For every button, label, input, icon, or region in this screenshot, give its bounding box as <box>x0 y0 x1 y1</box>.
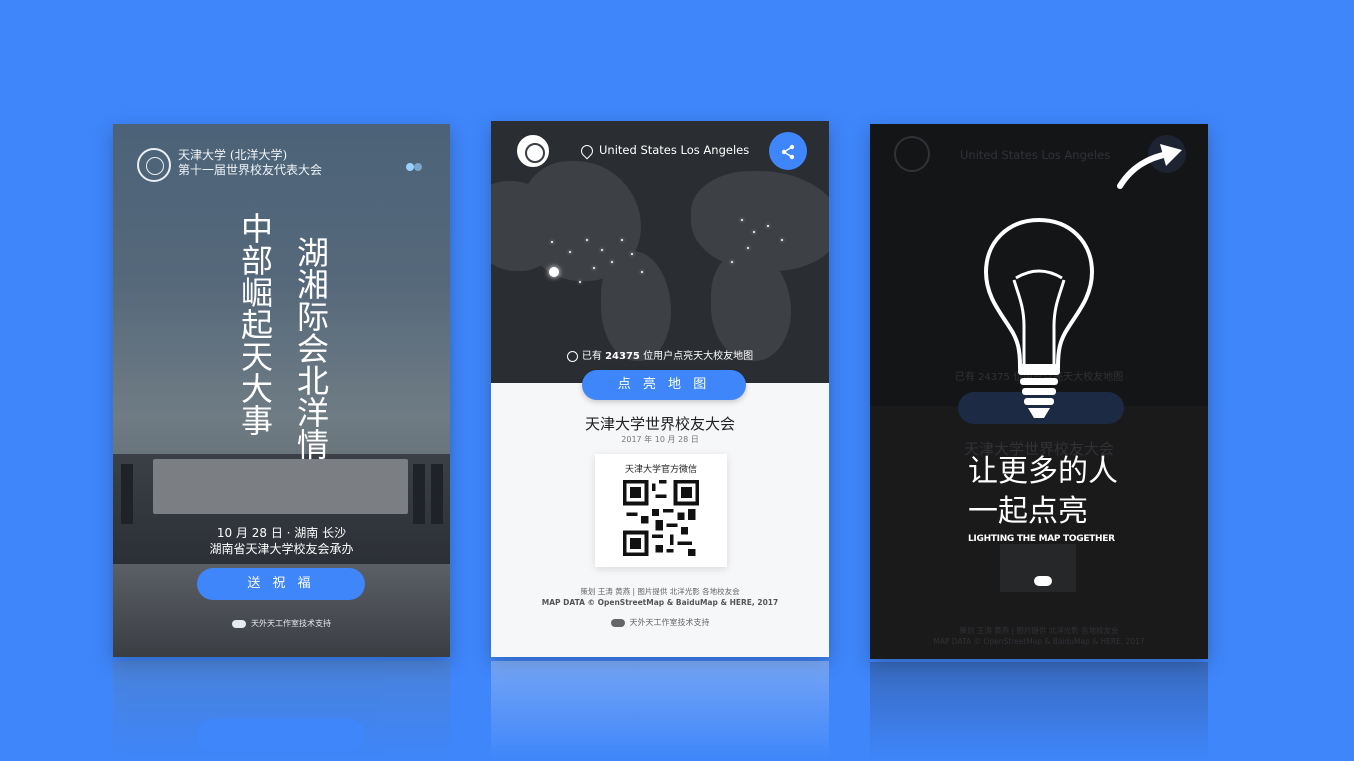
count-suffix: 位用户点亮天大校友地图 <box>643 351 754 362</box>
ghost-location: United States Los Angeles <box>960 148 1111 162</box>
header-line2: 第十一届世界校友代表大会 <box>178 163 323 177</box>
credit-text: 天外天工作室技术支持 <box>251 619 331 628</box>
event-date: 10 月 28 日 · 湖南 长沙 <box>216 526 347 540</box>
light-up-tutorial-card: United States Los Angeles 已有 24375 位用户点亮… <box>870 124 1208 659</box>
count-value: 24375 <box>605 351 640 362</box>
credit: 天外天工作室技术支持 <box>491 617 829 628</box>
tutorial-line2: 一起点亮 <box>968 494 1088 529</box>
event-host: 湖南省天津大学校友会承办 <box>209 542 354 556</box>
campus-stone-image <box>153 459 408 514</box>
university-logo <box>137 148 171 182</box>
map-card: United States Los Angeles 已有 24375 位用户点亮… <box>491 121 829 657</box>
user-icon <box>566 350 578 362</box>
ghost-footer1: 策划 王涛 黄燕 | 图片提供 北洋光影 各地校友会 <box>959 626 1119 635</box>
header-line1: 天津大学 (北洋大学) <box>178 148 288 162</box>
card3-reflection <box>870 662 1208 761</box>
event-header: 天津大学 (北洋大学) 第十一届世界校友代表大会 <box>178 148 322 178</box>
cloud-logo-icon <box>1034 576 1052 586</box>
location-text: United States Los Angeles <box>599 143 750 157</box>
card-title: 天津大学世界校友大会 <box>584 415 735 433</box>
location-label: United States Los Angeles <box>578 142 750 159</box>
selected-location-marker[interactable] <box>549 267 559 277</box>
qr-code-box: 天津大学官方微信 <box>595 454 727 567</box>
location-pin-icon <box>578 142 596 159</box>
lightbulb-icon <box>983 217 1095 418</box>
footer-credits: 策划 王涛 黄燕 | 图片提供 北洋光影 各地校友会 <box>580 587 740 596</box>
count-prefix: 已有 <box>581 351 602 362</box>
credit-text: 天外天工作室技术支持 <box>629 618 710 627</box>
qr-code-image <box>623 480 699 556</box>
card-date: 2017 年 10 月 28 日 <box>621 435 699 444</box>
credit: 天外天工作室技术支持 <box>113 618 450 629</box>
slogan-left: 中部崛起天大事 <box>236 212 274 436</box>
slogan-right: 湖湘际会北洋情 <box>292 236 330 460</box>
ghost-footer2: MAP DATA © OpenStreetMap & BaiduMap & HE… <box>933 637 1145 646</box>
arrow-pointer-icon <box>1117 144 1182 189</box>
tutorial-english: LIGHTING THE MAP TOGETHER <box>968 534 1115 544</box>
card1-reflection <box>113 661 450 761</box>
map-data-credit: MAP DATA © OpenStreetMap & BaiduMap & HE… <box>541 598 779 607</box>
qr-label: 天津大学官方微信 <box>624 465 697 475</box>
user-count: 已有 24375 位用户点亮天大校友地图 <box>491 347 829 362</box>
tutorial-line1: 让更多的人 <box>968 454 1118 489</box>
invitation-card: 天津大学 (北洋大学) 第十一届世界校友代表大会 中部崛起天大事 湖湘际会北洋情… <box>113 124 450 657</box>
send-wishes-button[interactable]: 送 祝 福 <box>197 568 365 600</box>
cloud-logo-icon <box>610 618 625 627</box>
music-toggle-icon[interactable] <box>406 156 422 171</box>
share-button[interactable] <box>769 132 807 170</box>
light-map-button[interactable]: 点 亮 地 图 <box>582 370 746 400</box>
card2-reflection <box>491 661 829 761</box>
cloud-logo-icon <box>232 619 246 628</box>
share-icon <box>781 144 795 159</box>
university-logo <box>515 133 551 169</box>
ghost-logo <box>894 136 930 172</box>
